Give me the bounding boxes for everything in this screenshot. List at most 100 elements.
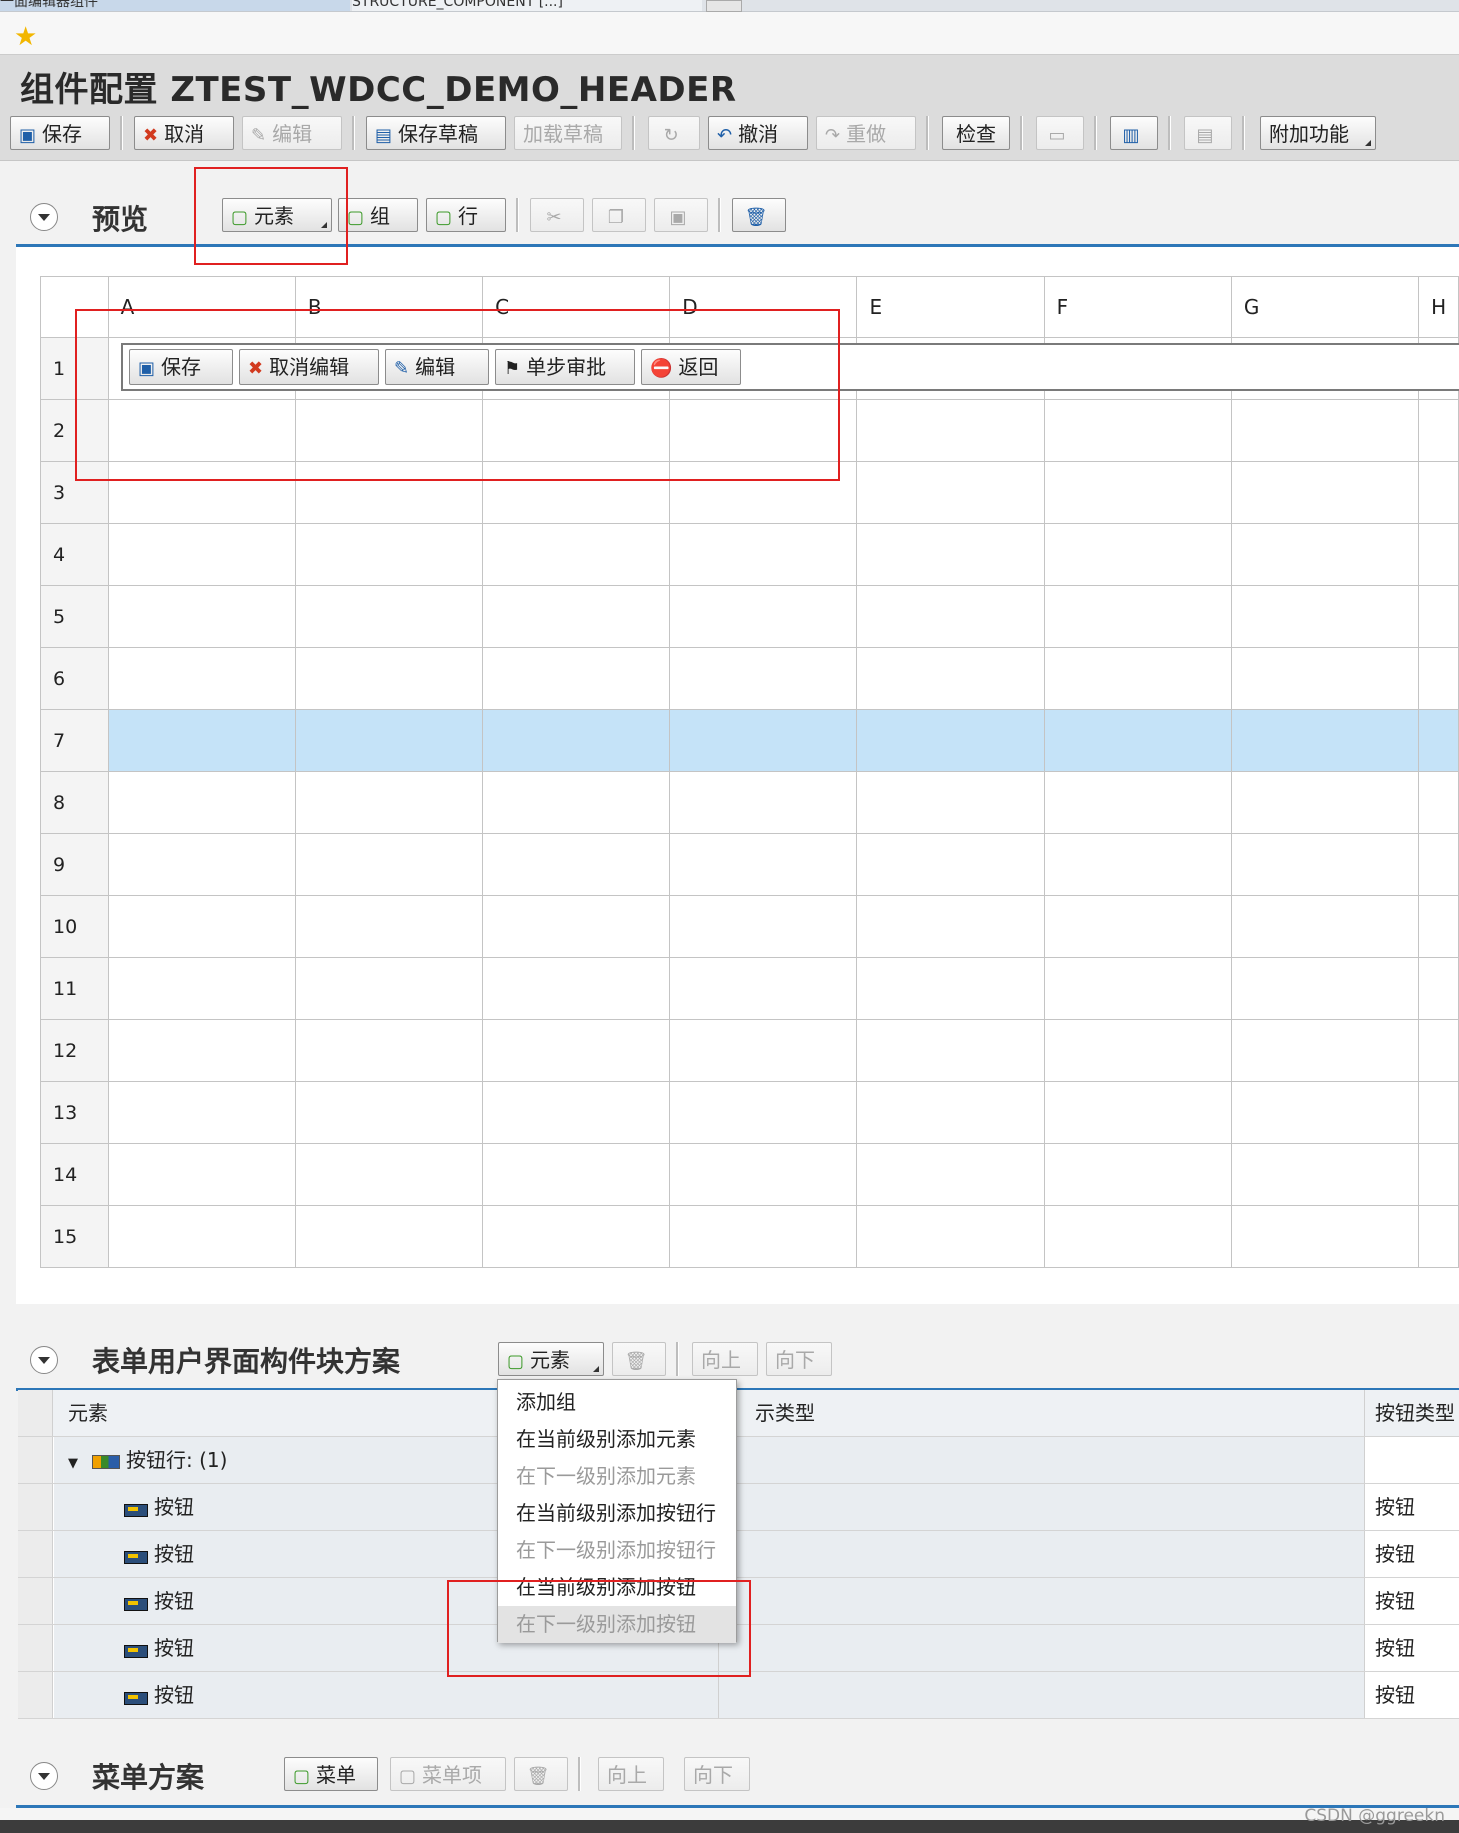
grid-cell[interactable] [856, 1205, 1045, 1268]
copy-button[interactable]: ❐ [592, 198, 646, 232]
grid-cell[interactable] [669, 957, 858, 1020]
grid-cell[interactable] [482, 709, 671, 772]
grid-cell[interactable] [1418, 523, 1459, 586]
row-selector[interactable] [18, 1672, 53, 1718]
row-selector[interactable] [18, 1578, 53, 1624]
expand-triangle-icon[interactable]: ▼ [68, 1456, 78, 1471]
grid-cell[interactable] [1230, 647, 1420, 710]
grid-cell[interactable] [294, 895, 484, 958]
add-group-button[interactable]: ▢ 组 [338, 198, 418, 232]
table-row[interactable]: 按钮 按钮 [18, 1484, 1459, 1531]
layout-horizontal-button[interactable]: ▭ [1036, 116, 1084, 150]
extra-functions-button[interactable]: 附加功能 [1260, 116, 1376, 150]
menu-delete-button[interactable]: 🗑 [514, 1757, 568, 1791]
grid-cell[interactable] [1418, 1019, 1459, 1082]
grid-cell[interactable] [107, 1019, 296, 1082]
grid-cell[interactable] [107, 1205, 296, 1268]
edit-button[interactable]: ✎ 编辑 [242, 116, 342, 150]
row-selector[interactable] [18, 1531, 53, 1577]
check-button[interactable]: 检查 [942, 116, 1010, 150]
grid-row[interactable]: 5 [40, 585, 1459, 648]
grid-cell[interactable] [1418, 1143, 1459, 1206]
row-selector[interactable] [18, 1625, 53, 1671]
grid-cell[interactable] [856, 833, 1045, 896]
add-menu-item-button[interactable]: ▢ 菜单项 [390, 1757, 506, 1791]
grid-cell[interactable] [669, 1143, 858, 1206]
grid-row[interactable]: 11 [40, 957, 1459, 1020]
grid-cell[interactable] [482, 647, 671, 710]
grid-cell[interactable] [482, 895, 671, 958]
paste-button[interactable]: ▣ [654, 198, 708, 232]
grid-cell[interactable] [1230, 1205, 1420, 1268]
grid-cell[interactable] [1043, 1205, 1232, 1268]
grid-cell[interactable] [107, 833, 296, 896]
grid-cell[interactable] [1230, 1081, 1420, 1144]
collapse-menu-scheme-icon[interactable] [30, 1762, 58, 1790]
grid-cell[interactable] [669, 1081, 858, 1144]
grid-cell[interactable] [856, 461, 1045, 524]
grid-row[interactable]: 6 [40, 647, 1459, 710]
grid-cell[interactable] [1418, 585, 1459, 648]
tab-close-button[interactable] [706, 0, 742, 12]
grid-cell[interactable] [482, 833, 671, 896]
grid-cell[interactable] [1230, 833, 1420, 896]
grid-cell[interactable] [1043, 771, 1232, 834]
grid-cell[interactable] [1418, 895, 1459, 958]
grid-cell[interactable] [856, 709, 1045, 772]
grid-cell[interactable] [669, 1205, 858, 1268]
grid-cell[interactable] [107, 647, 296, 710]
grid-cell[interactable] [294, 771, 484, 834]
grid-cell[interactable] [1230, 585, 1420, 648]
collapse-form-scheme-icon[interactable] [30, 1346, 58, 1374]
grid-row[interactable]: 12 [40, 1019, 1459, 1082]
menu-item[interactable]: 在下一级别添加按钮行 [498, 1532, 736, 1569]
grid-cell[interactable] [482, 771, 671, 834]
menu-item[interactable]: 在下一级别添加元素 [498, 1458, 736, 1495]
column-header[interactable]: 按钮类型 [1365, 1390, 1459, 1436]
grid-cell[interactable] [1043, 399, 1232, 462]
grid-cell[interactable] [856, 771, 1045, 834]
grid-cell[interactable] [107, 957, 296, 1020]
grid-cell[interactable] [482, 957, 671, 1020]
cancel-button[interactable]: ✖ 取消 [134, 116, 234, 150]
delete-button[interactable]: 🗑 [732, 198, 786, 232]
table-row[interactable]: ▼ 按钮行: (1) [18, 1437, 1459, 1484]
refresh-button[interactable]: ↻ [648, 116, 700, 150]
menu-item[interactable]: 在当前级别添加元素 [498, 1421, 736, 1458]
grid-cell[interactable] [1230, 895, 1420, 958]
grid-cell[interactable] [482, 523, 671, 586]
grid-cell[interactable] [294, 1081, 484, 1144]
grid-cell[interactable] [669, 833, 858, 896]
grid-cell[interactable] [1230, 1143, 1420, 1206]
browser-tab[interactable]: STRUCTURE_COMPONENT [...] [352, 0, 702, 11]
form-add-element-button[interactable]: ▢ 元素 [498, 1342, 604, 1376]
save-button[interactable]: ▣ 保存 [10, 116, 110, 150]
grid-row[interactable]: 13 [40, 1081, 1459, 1144]
favorites-star-icon[interactable]: ★ [14, 22, 37, 52]
grid-cell[interactable] [669, 1019, 858, 1082]
grid-cell[interactable] [1418, 1205, 1459, 1268]
column-header[interactable]: 示类型 [719, 1390, 1365, 1436]
move-down-button[interactable]: 向下 [766, 1342, 832, 1376]
grid-cell[interactable] [294, 709, 484, 772]
grid-cell[interactable] [856, 1143, 1045, 1206]
menu-move-up-button[interactable]: 向上 [598, 1757, 664, 1791]
grid-row[interactable]: 15 [40, 1205, 1459, 1268]
grid-row[interactable]: 4 [40, 523, 1459, 586]
grid-cell[interactable] [107, 1081, 296, 1144]
grid-cell[interactable] [1230, 1019, 1420, 1082]
grid-cell[interactable] [856, 585, 1045, 648]
layout-split-button[interactable]: ▤ [1184, 116, 1232, 150]
grid-cell[interactable] [107, 523, 296, 586]
grid-cell[interactable] [107, 895, 296, 958]
grid-cell[interactable] [482, 1205, 671, 1268]
row-selector[interactable] [18, 1484, 53, 1530]
grid-cell[interactable] [294, 585, 484, 648]
grid-cell[interactable] [1043, 523, 1232, 586]
grid-cell[interactable] [856, 647, 1045, 710]
grid-cell[interactable] [294, 1019, 484, 1082]
collapse-preview-icon[interactable] [30, 203, 58, 231]
grid-cell[interactable] [482, 585, 671, 648]
grid-cell[interactable] [1418, 1081, 1459, 1144]
grid-cell[interactable] [856, 957, 1045, 1020]
